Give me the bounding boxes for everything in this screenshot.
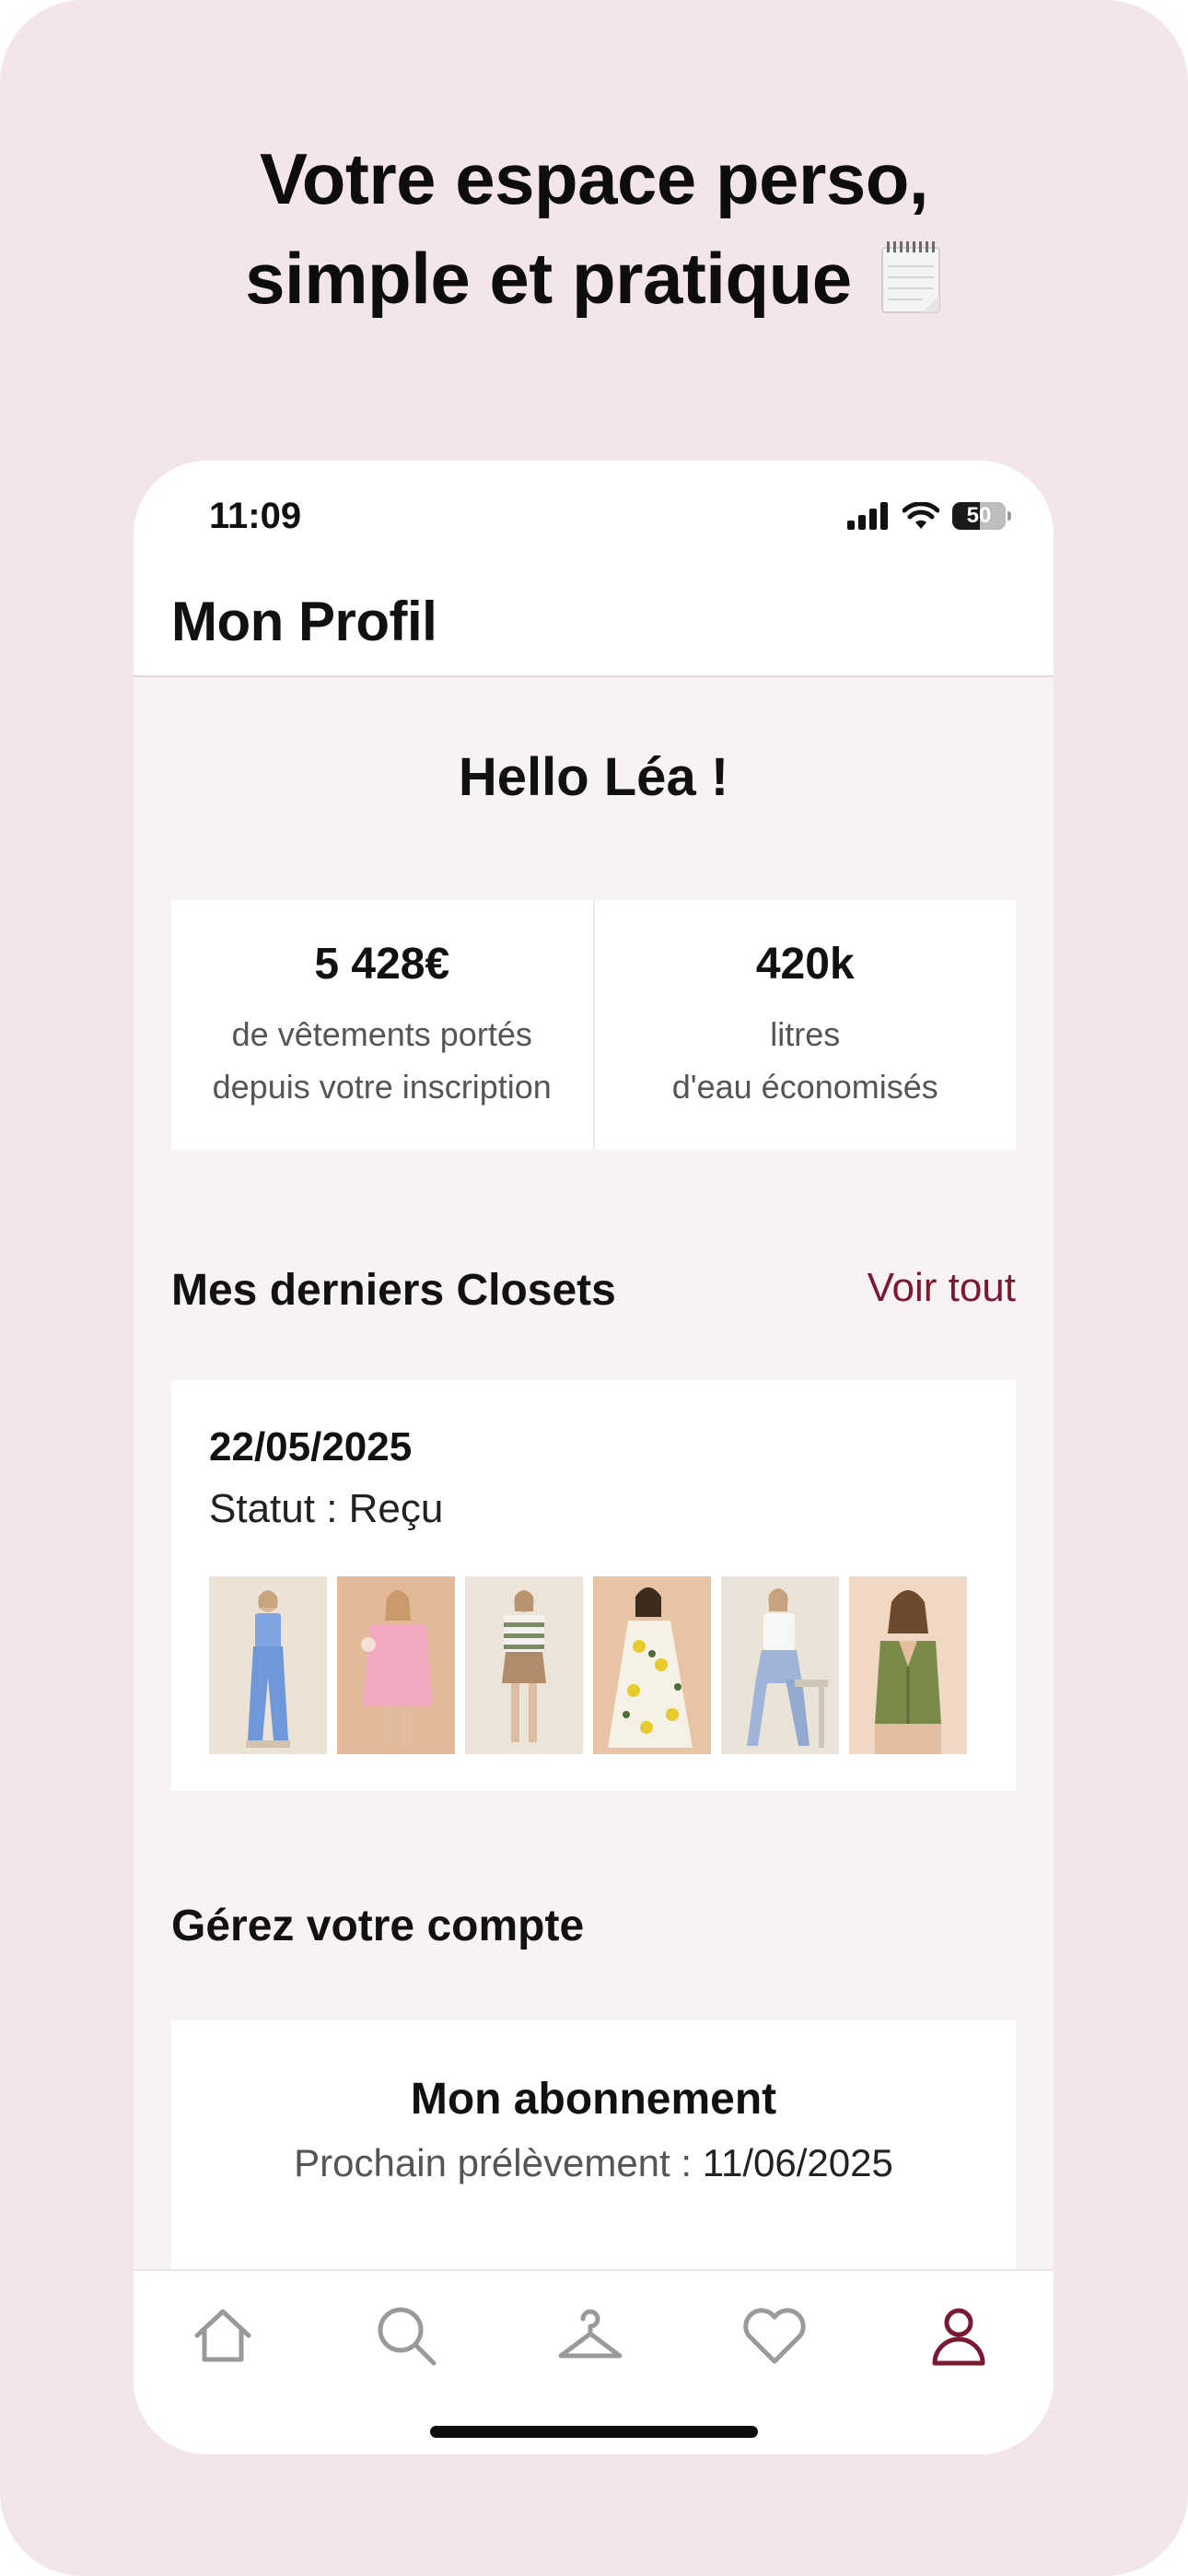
stat-value: 420k <box>755 940 855 989</box>
closet-date: 22/05/2025 <box>209 1424 413 1469</box>
page-title: Mon Profil <box>171 591 437 652</box>
notepad-icon <box>880 241 940 314</box>
subscription-title: Mon abonnement <box>410 2075 777 2124</box>
closet-item-thumbnail[interactable] <box>849 1576 967 1754</box>
closets-section-title: Mes derniers Closets <box>171 1266 616 1315</box>
headline-line-1: Votre espace perso, <box>259 138 929 219</box>
closet-items <box>209 1576 967 1754</box>
stat-label-line-2: depuis votre inscription <box>212 1068 552 1106</box>
phone-screen: 11:09 50 Mon Profil Hello Léa ! 5 428€ d… <box>134 461 1054 2454</box>
status-bar: 11:09 50 <box>134 461 1054 580</box>
promo-headline: Votre espace perso, simple et pratique <box>0 129 1188 328</box>
stat-label-line-2: d'eau économisés <box>671 1068 938 1106</box>
closet-item-thumbnail[interactable] <box>721 1576 839 1754</box>
status-time: 11:09 <box>209 496 302 536</box>
nav-header: Mon Profil <box>134 580 1054 677</box>
see-all-link[interactable]: Voir tout <box>868 1265 1016 1311</box>
stat-label-line-1: de vêtements portés <box>231 1015 532 1053</box>
closet-status: Statut : Reçu <box>209 1486 444 1531</box>
profile-icon[interactable] <box>922 2299 996 2372</box>
next-payment: Prochain prélèvement : 11/06/2025 <box>171 2141 1016 2185</box>
account-section-title: Gérez votre compte <box>171 1902 585 1950</box>
battery-icon: 50 <box>952 502 1006 530</box>
tab-bar <box>134 2269 1054 2454</box>
closet-item-thumbnail[interactable] <box>593 1576 711 1754</box>
signal-icon <box>847 502 888 530</box>
subscription-card[interactable]: Mon abonnement Prochain prélèvement : 11… <box>171 2020 1016 2297</box>
wifi-icon <box>903 502 939 529</box>
home-indicator <box>430 2426 758 2438</box>
closet-item-thumbnail[interactable] <box>209 1576 327 1754</box>
greeting: Hello Léa ! <box>458 747 729 807</box>
battery-level: 50 <box>966 503 992 528</box>
stat-clothes-worn: 5 428€ de vêtements portés depuis votre … <box>171 900 593 1150</box>
headline-line-2-text: simple et pratique <box>245 238 852 319</box>
promo-canvas: Votre espace perso, simple et pratique 1… <box>0 0 1188 2576</box>
search-icon[interactable] <box>369 2299 443 2372</box>
closet-card[interactable]: 22/05/2025 Statut : Reçu <box>171 1380 1016 1791</box>
stat-water-saved: 420k litres d'eau économisés <box>592 900 1017 1150</box>
closet-item-thumbnail[interactable] <box>337 1576 455 1754</box>
stat-label-line-1: litres <box>770 1015 841 1053</box>
next-payment-label: Prochain prélèvement : <box>294 2141 693 2184</box>
next-payment-date: 11/06/2025 <box>702 2141 893 2184</box>
headline-line-2: simple et pratique <box>0 228 1188 328</box>
closet-item-thumbnail[interactable] <box>465 1576 583 1754</box>
hanger-icon[interactable] <box>553 2299 627 2372</box>
status-icons: 50 <box>847 502 1011 530</box>
stat-value: 5 428€ <box>314 940 450 989</box>
heart-icon[interactable] <box>738 2299 811 2372</box>
stats-card: 5 428€ de vêtements portés depuis votre … <box>171 900 1016 1150</box>
home-icon[interactable] <box>186 2299 260 2372</box>
battery-nub <box>1007 511 1011 521</box>
